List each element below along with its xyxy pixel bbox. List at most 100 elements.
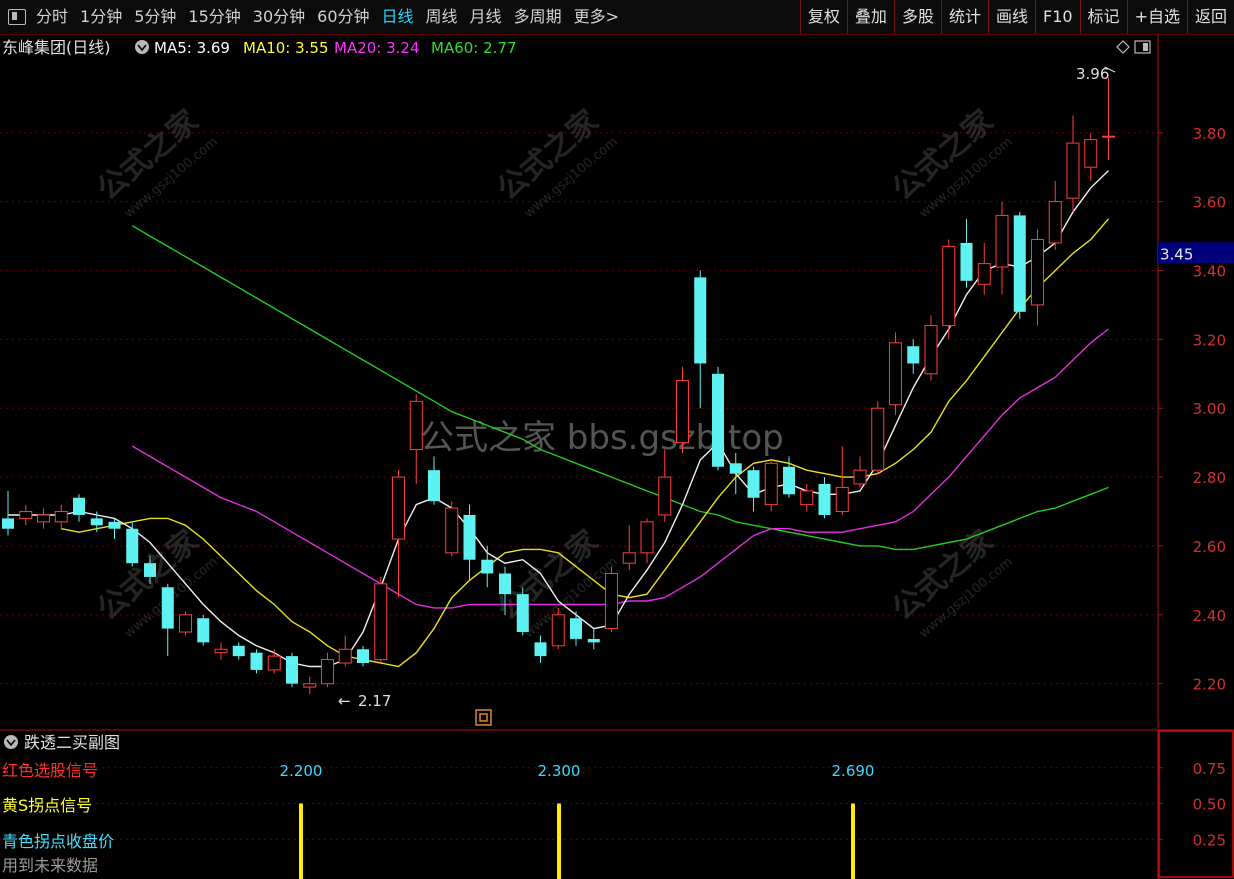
candle[interactable] [1048, 180, 1062, 250]
period-tab-8[interactable]: 月线 [464, 0, 508, 34]
candle[interactable] [126, 521, 139, 567]
candle[interactable] [1066, 115, 1080, 212]
toolbar-button-3[interactable]: 统计 [940, 0, 988, 34]
toolbar-button-5[interactable]: F10 [1034, 0, 1080, 34]
candle-body-up [853, 469, 867, 485]
toolbar-button-2[interactable]: 多股 [893, 0, 941, 34]
period-tab-2[interactable]: 5分钟 [128, 0, 182, 34]
candle[interactable] [303, 676, 317, 695]
candle[interactable] [977, 242, 991, 295]
toolbar-button-6[interactable]: 标记 [1079, 0, 1127, 34]
candle[interactable] [338, 635, 352, 667]
toolbar-button-1[interactable]: 叠加 [846, 0, 894, 34]
candle[interactable] [960, 218, 973, 288]
candle[interactable] [605, 566, 618, 633]
candle[interactable] [889, 332, 902, 416]
candle[interactable] [232, 642, 245, 660]
ma-settings-icon[interactable] [135, 40, 149, 54]
period-tab-4[interactable]: 30分钟 [247, 0, 311, 34]
candle-body-down [161, 587, 174, 629]
period-tab-0[interactable]: 分时 [30, 0, 74, 34]
toolbar-button-0[interactable]: 复权 [799, 0, 847, 34]
candle[interactable] [374, 576, 388, 664]
candle-body-down [587, 638, 600, 643]
candle-body-up [267, 655, 281, 671]
period-tab-7[interactable]: 周线 [420, 0, 464, 34]
candle[interactable] [445, 501, 459, 557]
candle[interactable] [516, 587, 529, 636]
candle[interactable] [658, 449, 672, 522]
period-tab-3[interactable]: 15分钟 [182, 0, 246, 34]
candle-body-down [90, 518, 103, 526]
candle[interactable] [463, 504, 476, 581]
candlestick-chart[interactable]: 2.20 2.40 2.60 2.80 3.00 3.20 3.40 3.60 3.80 公式之家… [0, 35, 1234, 728]
watermark-center: 公式之家 bbs.gszb.top [420, 418, 784, 458]
candle[interactable] [764, 459, 778, 512]
ma-label-0: MA5: 3.69 [154, 39, 230, 57]
period-tab-10[interactable]: 更多> [568, 0, 625, 34]
candle[interactable] [1013, 211, 1026, 319]
candle[interactable] [534, 635, 547, 664]
sub-settings-icon[interactable] [4, 735, 18, 749]
candle[interactable] [942, 239, 956, 340]
period-tab-5[interactable]: 60分钟 [311, 0, 375, 34]
candle[interactable] [853, 456, 867, 488]
candle[interactable] [871, 401, 885, 474]
candle[interactable] [907, 339, 920, 374]
candle-body-up [622, 552, 636, 564]
panel-toggle-icon[interactable] [8, 9, 26, 25]
candle[interactable] [37, 508, 50, 529]
period-tab-9[interactable]: 多周期 [508, 0, 568, 34]
candle[interactable] [712, 366, 724, 471]
candle-body-up [19, 511, 33, 519]
candle[interactable] [995, 201, 1009, 295]
ma-label-1: MA10: 3.55 [243, 39, 329, 57]
period-tab-6[interactable]: 日线 [376, 0, 420, 34]
candle[interactable] [1084, 132, 1098, 181]
toolbar-button-8[interactable]: 返回 [1186, 0, 1234, 34]
candle[interactable] [1102, 77, 1115, 161]
candle[interactable] [587, 628, 600, 650]
candle[interactable] [622, 525, 636, 571]
toolbar-button-4[interactable]: 画线 [987, 0, 1035, 34]
candle[interactable] [428, 456, 440, 505]
candle[interactable] [570, 611, 582, 646]
candle[interactable] [54, 504, 68, 529]
candle[interactable] [818, 477, 831, 519]
candle[interactable] [694, 270, 707, 409]
candle[interactable] [267, 649, 281, 674]
candle[interactable] [214, 642, 228, 660]
candle[interactable] [1031, 229, 1044, 326]
event-marker-icon[interactable] [475, 709, 492, 726]
candle-body-up [321, 659, 334, 685]
candle[interactable] [676, 366, 689, 453]
candle[interactable] [2, 490, 14, 536]
candle[interactable] [321, 652, 334, 688]
candle[interactable] [357, 645, 369, 667]
toolbar-button-7[interactable]: +自选 [1126, 0, 1187, 34]
low-marker: 2.17 [358, 692, 391, 710]
candle[interactable] [161, 583, 174, 657]
sub-indicator-chart[interactable]: 0.75 0.50 0.25 跌透二买副图红色选股信号黄S拐点信号青色拐点收盘价用到未… [0, 729, 1234, 879]
candle[interactable] [197, 614, 210, 646]
candle[interactable] [729, 452, 742, 495]
candle[interactable] [19, 504, 33, 526]
candle[interactable] [481, 545, 494, 588]
y-tick-label: 3.80 [1193, 125, 1226, 143]
candle-body-down [499, 573, 511, 595]
candle[interactable] [747, 466, 760, 512]
candle[interactable] [409, 394, 423, 484]
candle[interactable] [286, 652, 298, 688]
candle[interactable] [835, 446, 849, 515]
candle[interactable] [640, 518, 654, 564]
candle[interactable] [392, 470, 405, 598]
candle[interactable] [924, 315, 938, 381]
candle[interactable] [250, 649, 263, 674]
diamond-icon[interactable] [1116, 40, 1130, 54]
period-tab-1[interactable]: 1分钟 [74, 0, 128, 34]
candle[interactable] [73, 494, 85, 522]
candle[interactable] [179, 611, 192, 636]
candle-body-up [54, 511, 68, 523]
candle-body-down [783, 466, 795, 495]
candle[interactable] [800, 483, 814, 512]
